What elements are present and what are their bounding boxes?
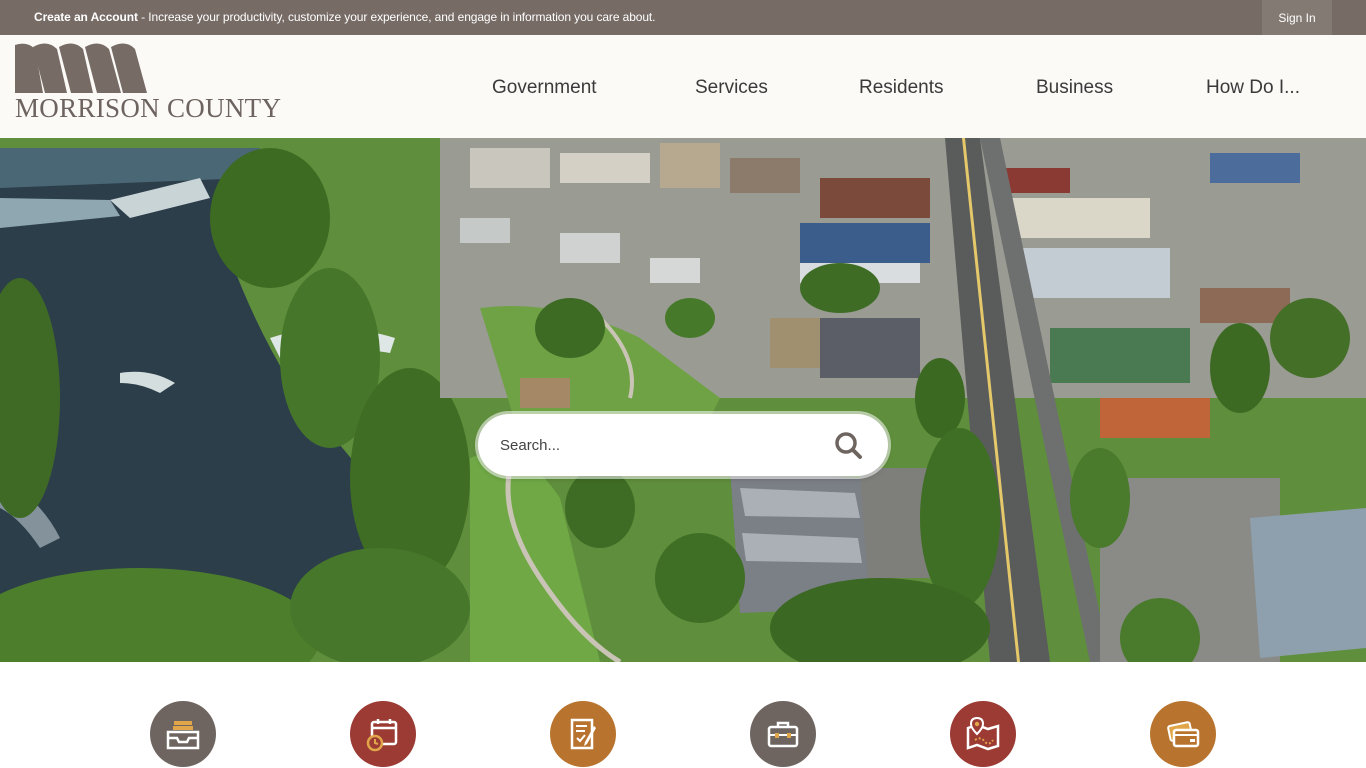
search-button[interactable] xyxy=(830,427,866,463)
nav-services[interactable]: Services xyxy=(695,77,768,99)
search-input[interactable] xyxy=(500,432,820,458)
aerial-town-image xyxy=(0,138,1366,662)
search-box xyxy=(478,414,888,476)
quick-link-business[interactable] xyxy=(750,701,816,767)
account-message: Create an Account - Increase your produc… xyxy=(34,10,655,24)
sign-in-button[interactable]: Sign In xyxy=(1262,0,1332,35)
create-account-link[interactable]: Create an Account xyxy=(34,10,138,24)
quick-links xyxy=(0,662,1366,768)
main-navigation: Government Services Residents Business H… xyxy=(0,77,1366,101)
quick-link-payments[interactable] xyxy=(1150,701,1216,767)
briefcase-icon xyxy=(767,721,799,748)
quick-link-map[interactable] xyxy=(950,701,1016,767)
inbox-tray-icon xyxy=(166,721,200,750)
quick-link-calendar[interactable] xyxy=(350,701,416,767)
nav-government[interactable]: Government xyxy=(492,77,597,99)
nav-how-do-i[interactable]: How Do I... xyxy=(1206,77,1300,99)
calendar-clock-icon xyxy=(366,719,398,752)
credit-card-icon xyxy=(1167,721,1200,748)
nav-residents[interactable]: Residents xyxy=(859,77,944,99)
account-message-text: - Increase your productivity, customize … xyxy=(137,10,656,24)
document-pen-icon xyxy=(570,718,596,750)
hero-image xyxy=(0,138,1366,662)
site-header: MORRISON COUNTY Government Services Resi… xyxy=(0,35,1366,138)
search-icon xyxy=(835,432,862,459)
quick-link-inbox[interactable] xyxy=(150,701,216,767)
quick-link-forms[interactable] xyxy=(550,701,616,767)
top-bar: Create an Account - Increase your produc… xyxy=(0,0,1366,35)
map-pin-icon xyxy=(966,716,1000,751)
nav-business[interactable]: Business xyxy=(1036,77,1113,99)
